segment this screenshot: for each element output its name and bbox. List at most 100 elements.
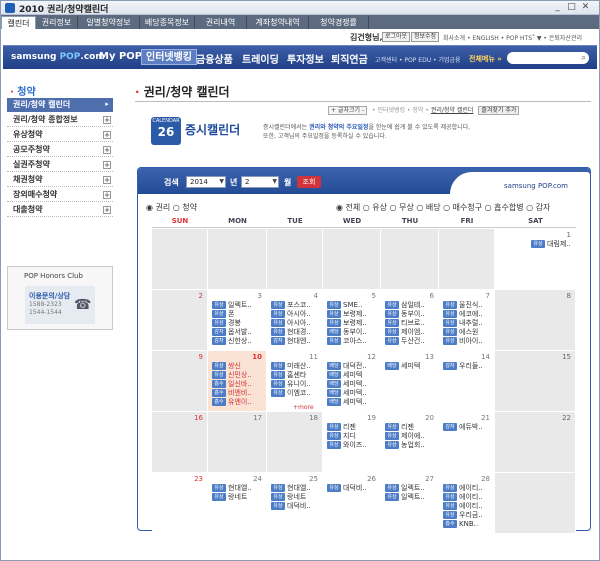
- plus-icon[interactable]: +: [103, 131, 111, 139]
- calendar-event[interactable]: 유상 티브로..: [385, 319, 436, 328]
- calendar-event[interactable]: 유상 에스원: [443, 328, 492, 337]
- calendar-event[interactable]: 유상 울진식..: [443, 301, 492, 310]
- calendar-day-cell[interactable]: 16: [152, 412, 208, 472]
- calendar-event[interactable]: 유상 삼일테..: [385, 301, 436, 310]
- sidebar-item-0[interactable]: 권리/청약 캘린더 ▸: [7, 98, 113, 112]
- calendar-event[interactable]: 유상 대덕비..: [271, 502, 320, 511]
- calendar-event[interactable]: 흡수 유엔이..: [212, 398, 264, 407]
- menu-my-pop[interactable]: My POP: [99, 51, 142, 62]
- calendar-day-cell[interactable]: 20 유상 리젠 유상 제이에.. 유상 농업회..: [381, 412, 439, 472]
- calendar-event[interactable]: 배당 대덕전..: [327, 362, 378, 371]
- calendar-day-cell[interactable]: 6 유상 삼일테.. 유상 동부이.. 유상 티브로.. 유상 제이엠.. 유상 두산건..: [381, 290, 439, 350]
- calendar-day-cell[interactable]: 26 유상 대덕비..: [323, 473, 381, 533]
- calendar-day-cell[interactable]: 23: [152, 473, 208, 533]
- calendar-day-cell[interactable]: 13 배당 세미텍: [381, 351, 439, 411]
- calendar-event[interactable]: 흡수 KNB..: [443, 520, 492, 529]
- calendar-event[interactable]: 유상 대림제..: [531, 240, 573, 249]
- calendar-event[interactable]: 유상 와이즈..: [327, 441, 378, 450]
- sidebar-item-2[interactable]: 유상청약 +: [7, 128, 113, 142]
- calendar-day-cell[interactable]: 10 유상 쌍신 유상 신민상.. 흡수 일신바.. 흡수 비엔비.. 흡수 유엔이..: [208, 351, 267, 411]
- calendar-event[interactable]: 배당 세미텍: [327, 371, 378, 380]
- calendar-event[interactable]: 배당 세미텍..: [327, 389, 378, 398]
- month-select[interactable]: 2 ▼: [241, 176, 279, 188]
- calendar-day-cell[interactable]: [439, 229, 495, 289]
- calendar-day-cell[interactable]: 2: [152, 290, 208, 350]
- calendar-day-cell[interactable]: 19 유상 리젠 유상 지디 유상 와이즈..: [323, 412, 381, 472]
- plus-icon[interactable]: +: [103, 146, 111, 154]
- calendar-event[interactable]: 유상 신민상..: [212, 371, 264, 380]
- calendar-day-cell[interactable]: 4 유상 포스코.. 유상 아시아.. 유상 아시아.. 유상 현대경.. 감자 현대엔..: [267, 290, 323, 350]
- calendar-day-cell[interactable]: 7 유상 울진식.. 유상 에코에.. 유상 내추럴.. 유상 에스원 유상 비아이..: [439, 290, 495, 350]
- calendar-event[interactable]: 유상 대덕비..: [327, 484, 378, 493]
- minimize-icon[interactable]: _: [552, 2, 563, 13]
- calendar-event[interactable]: 유상 유니이..: [271, 380, 320, 389]
- tab-4[interactable]: 권리내역: [195, 16, 247, 29]
- calendar-event[interactable]: 유상 아시아..: [271, 310, 320, 319]
- category-radio-group[interactable]: ◉ 전체 ○ 유상 ○ 무상 ○ 배당 ○ 매수청구 ○ 흡수합병 ○ 감자: [336, 202, 550, 213]
- calendar-event[interactable]: 유상 내추럴..: [443, 319, 492, 328]
- calendar-event[interactable]: 유상 우리금..: [443, 511, 492, 520]
- plus-icon[interactable]: +: [103, 116, 111, 124]
- calendar-day-cell[interactable]: [152, 229, 208, 289]
- calendar-event[interactable]: 유상 랑네트: [212, 493, 264, 502]
- search-input[interactable]: ⌕: [507, 52, 589, 64]
- tab-6[interactable]: 청약경쟁률: [309, 16, 369, 29]
- calendar-event[interactable]: 유상 홈센타: [271, 371, 320, 380]
- tab-2[interactable]: 일별청약정보: [78, 16, 140, 29]
- calendar-event[interactable]: 유상 동부이..: [385, 310, 436, 319]
- tab-1[interactable]: 권리정보: [36, 16, 78, 29]
- calendar-day-cell[interactable]: [208, 229, 267, 289]
- calendar-event[interactable]: 감자 에듀박..: [443, 423, 492, 432]
- calendar-event[interactable]: 감자 현대엔..: [271, 337, 320, 346]
- plus-icon[interactable]: +: [103, 191, 111, 199]
- close-icon[interactable]: ✕: [580, 2, 591, 13]
- add-favorite-button[interactable]: 즐겨찾기 추가: [478, 106, 520, 115]
- sidebar-item-4[interactable]: 실권주청약 +: [7, 158, 113, 172]
- menu-pension[interactable]: 퇴직연금: [331, 51, 368, 66]
- calendar-day-cell[interactable]: 24 유상 현대엘.. 유상 랑네트: [208, 473, 267, 533]
- menu-financial-products[interactable]: 금융상품: [196, 51, 233, 66]
- calendar-event[interactable]: 유상 일렉트..: [212, 301, 264, 310]
- calendar-event[interactable]: 배당 세미텍..: [327, 398, 378, 407]
- calendar-event[interactable]: 유상 미래산..: [271, 362, 320, 371]
- menu-internet-banking[interactable]: 인터넷뱅킹: [141, 49, 197, 65]
- calendar-event[interactable]: 배당 세미텍: [385, 362, 436, 371]
- calendar-event[interactable]: 유상 현대경..: [271, 328, 320, 337]
- site-logo[interactable]: samsung POP.com: [11, 52, 105, 62]
- more-link[interactable]: +more: [293, 404, 314, 411]
- calendar-day-cell[interactable]: [323, 229, 381, 289]
- calendar-event[interactable]: 유상 에이티..: [443, 493, 492, 502]
- calendar-event[interactable]: 유상 일렉트..: [385, 493, 436, 502]
- calendar-day-cell[interactable]: 5 유상 SME.. 유상 보령제.. 유상 보령제.. 배당 동부이.. 유상 코아스..: [323, 290, 381, 350]
- calendar-day-cell[interactable]: 18: [267, 412, 323, 472]
- calendar-event[interactable]: 배당 동부이..: [327, 328, 378, 337]
- calendar-day-cell[interactable]: 21 감자 에듀박..: [439, 412, 495, 472]
- calendar-event[interactable]: 유상 에코에..: [443, 310, 492, 319]
- calendar-event[interactable]: 유상 제이에..: [385, 432, 436, 441]
- calendar-day-cell[interactable]: 11 유상 미래산.. 유상 홈센타 유상 유니이.. 유상 이엠코.. +more: [267, 351, 323, 411]
- calendar-day-cell[interactable]: [495, 473, 576, 533]
- calendar-event[interactable]: 유상 폰: [212, 310, 264, 319]
- calendar-event[interactable]: 유상 리젠: [385, 423, 436, 432]
- utility-links[interactable]: 회사소개 • ENGLISH • POP HTS˚ ▼ • 은퇴자산관리: [443, 33, 582, 42]
- calendar-event[interactable]: 유상 농업회..: [385, 441, 436, 450]
- plus-icon[interactable]: +: [103, 206, 111, 214]
- sidebar-item-5[interactable]: 채권청약 +: [7, 173, 113, 187]
- calendar-event[interactable]: 감자 옵서발..: [212, 328, 264, 337]
- search-button[interactable]: 조회: [297, 176, 321, 188]
- edit-info-button[interactable]: 정보수정: [411, 32, 440, 42]
- sidebar-item-3[interactable]: 공모주청약 +: [7, 143, 113, 157]
- calendar-event[interactable]: 유상 아시아..: [271, 319, 320, 328]
- calendar-event[interactable]: 유상 현대엘..: [212, 484, 264, 493]
- calendar-event[interactable]: 유상 경봉: [212, 319, 264, 328]
- calendar-day-cell[interactable]: 12 배당 대덕전.. 배당 세미텍 배당 세미텍.. 배당 세미텍.. 배당 세미텍..: [323, 351, 381, 411]
- calendar-day-cell[interactable]: 22: [495, 412, 576, 472]
- sidebar-item-6[interactable]: 장외매수청약 +: [7, 188, 113, 202]
- logout-button[interactable]: 로그아웃: [382, 32, 411, 42]
- calendar-day-cell[interactable]: 9: [152, 351, 208, 411]
- calendar-event[interactable]: 유상 SME..: [327, 301, 378, 310]
- calendar-event[interactable]: 유상 현대엘..: [271, 484, 320, 493]
- calendar-day-cell[interactable]: [267, 229, 323, 289]
- calendar-day-cell[interactable]: 25 유상 현대엘.. 유상 랑네트 유상 대덕비..: [267, 473, 323, 533]
- calendar-event[interactable]: 유상 보령제..: [327, 319, 378, 328]
